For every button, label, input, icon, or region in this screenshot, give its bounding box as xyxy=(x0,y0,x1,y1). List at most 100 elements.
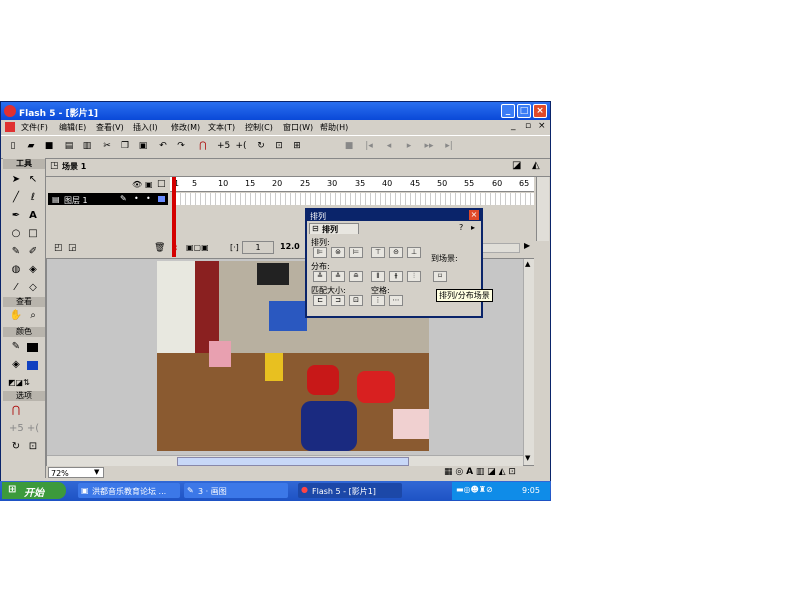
arrow-tool-icon[interactable]: ➤ xyxy=(9,173,23,187)
copy-icon[interactable]: ❐ xyxy=(119,140,131,152)
pen-tool-icon[interactable]: ✒ xyxy=(9,209,23,223)
scroll-up-icon[interactable]: ▲ xyxy=(525,260,530,268)
show-hide-layers-icon[interactable]: 👁 xyxy=(132,180,142,189)
menu-window[interactable]: 窗口(W) xyxy=(283,122,313,133)
outline-color-square[interactable] xyxy=(158,196,165,202)
stop-icon[interactable]: ■ xyxy=(343,140,355,152)
doc-close-icon[interactable]: × xyxy=(538,121,546,131)
align-bottom-button[interactable]: ⊥ xyxy=(407,247,421,258)
to-stage-button[interactable]: ⌑ xyxy=(433,271,447,282)
taskbar-item-forum[interactable]: ▣ 洪都音乐教育论坛 ... xyxy=(78,483,180,498)
scene-label[interactable]: 场景 1 xyxy=(62,161,86,172)
align-v-center-button[interactable]: ⊝ xyxy=(389,247,403,258)
arrange-panel-header[interactable]: 排列 × xyxy=(307,210,481,221)
timeline-vscroll[interactable] xyxy=(536,177,549,241)
edit-multiple-frames-icon[interactable]: [·] xyxy=(230,243,239,252)
stage-hscroll-thumb[interactable] xyxy=(177,457,409,466)
go-to-end-icon[interactable]: ▸| xyxy=(443,140,455,152)
stage-hscroll[interactable] xyxy=(47,455,523,466)
menu-view[interactable]: 查看(V) xyxy=(96,122,124,133)
align-h-center-button[interactable]: ⊜ xyxy=(331,247,345,258)
maximize-button[interactable]: □ xyxy=(517,104,531,118)
minimize-button[interactable]: _ xyxy=(501,104,515,118)
doc-restore-icon[interactable]: ▫ xyxy=(525,121,531,131)
oval-tool-icon[interactable]: ○ xyxy=(9,227,23,241)
subselect-tool-icon[interactable]: ↖ xyxy=(26,173,40,187)
lasso-tool-icon[interactable]: ℓ xyxy=(26,191,40,205)
match-width-button[interactable]: ⊏ xyxy=(313,295,327,306)
menu-edit[interactable]: 编辑(E) xyxy=(59,122,86,133)
tray-icons[interactable]: ▬◎☻♜⊘ xyxy=(456,485,493,494)
taskbar-item-flash[interactable]: ● Flash 5 - [影片1] xyxy=(298,483,402,498)
redo-icon[interactable]: ↷ xyxy=(175,140,187,152)
rectangle-tool-icon[interactable]: □ xyxy=(26,227,40,241)
frame-ruler[interactable]: 1 5 10 15 20 25 30 35 40 45 50 55 60 65 xyxy=(170,177,534,192)
arrange-tab[interactable]: ⊟ 排列 xyxy=(309,223,359,234)
straighten-icon[interactable]: +( xyxy=(235,140,247,152)
scroll-down-icon[interactable]: ▼ xyxy=(525,454,530,462)
scale-option-icon[interactable]: ⊡ xyxy=(26,440,40,454)
close-icon[interactable]: × xyxy=(469,210,479,220)
fill-color-icon[interactable]: ◈ xyxy=(9,358,23,372)
hand-tool-icon[interactable]: ✋ xyxy=(9,309,23,323)
edit-scene-icon[interactable]: ◪ xyxy=(512,160,521,171)
start-button[interactable]: ⊞ 开始 xyxy=(2,482,66,499)
open-folder-icon[interactable]: ▰ xyxy=(25,140,37,152)
play-icon[interactable]: ▸ xyxy=(403,140,415,152)
delete-layer-icon[interactable]: 🗑 xyxy=(154,243,165,253)
stage-vscroll[interactable]: ▲ ▼ xyxy=(523,259,534,465)
center-frame-icon[interactable]: ⌇ xyxy=(174,243,178,252)
snap-magnet-icon[interactable]: ⋂ xyxy=(197,140,209,152)
stroke-color-icon[interactable]: ✎ xyxy=(9,340,23,354)
align-toolbar-icon[interactable]: ⊞ xyxy=(291,140,303,152)
undo-icon[interactable]: ↶ xyxy=(157,140,169,152)
paste-icon[interactable]: ▣ xyxy=(137,140,149,152)
dropper-tool-icon[interactable]: ⁄ xyxy=(9,281,23,295)
doc-minimize-icon[interactable]: _ xyxy=(511,121,516,131)
ink-bottle-tool-icon[interactable]: ◍ xyxy=(9,263,23,277)
taskbar-item-paint[interactable]: ✎ 3 · 画图 xyxy=(184,483,288,498)
align-top-button[interactable]: ⊤ xyxy=(371,247,385,258)
rotate-icon[interactable]: ↻ xyxy=(255,140,267,152)
distribute-left-button[interactable]: ⫴ xyxy=(371,271,385,282)
scale-icon[interactable]: ⊡ xyxy=(273,140,285,152)
align-left-button[interactable]: ⊫ xyxy=(313,247,327,258)
layer-name[interactable]: 图层 1 xyxy=(64,195,88,206)
menu-text[interactable]: 文本(T) xyxy=(208,122,235,133)
outline-layers-icon[interactable]: □ xyxy=(157,179,166,189)
scroll-right-icon[interactable]: ▶ xyxy=(524,241,530,250)
step-back-icon[interactable]: ◂ xyxy=(383,140,395,152)
paint-bucket-tool-icon[interactable]: ◈ xyxy=(26,263,40,277)
frame-track[interactable] xyxy=(176,193,534,205)
add-guide-layer-icon[interactable]: ◲ xyxy=(68,243,77,253)
pencil-tool-icon[interactable]: ✎ xyxy=(9,245,23,259)
distribute-top-button[interactable]: ≚ xyxy=(313,271,327,282)
swap-colors-icon[interactable]: ◩◪⇅ xyxy=(8,378,30,387)
cut-icon[interactable]: ✂ xyxy=(101,140,113,152)
stroke-color-swatch[interactable] xyxy=(27,343,38,352)
print-preview-icon[interactable]: ▥ xyxy=(81,140,93,152)
fill-color-swatch[interactable] xyxy=(27,361,38,370)
zoom-tool-icon[interactable]: ⌕ xyxy=(26,309,40,323)
launcher-icons[interactable]: ▦ ◎ A ▥ ◪ ◭ ⊡ xyxy=(444,467,516,477)
distribute-h-center-button[interactable]: ⫵ xyxy=(389,271,403,282)
distribute-v-center-button[interactable]: ≙ xyxy=(331,271,345,282)
zoom-select[interactable]: 72% ▼ xyxy=(48,467,104,478)
panel-menu-icon[interactable]: ▸ xyxy=(471,223,475,232)
rotate-option-icon[interactable]: ↻ xyxy=(9,440,23,454)
menu-file[interactable]: 文件(F) xyxy=(21,122,48,133)
snap-option-icon[interactable]: ⋂ xyxy=(9,404,23,418)
onion-skin-icons[interactable]: ▣▢▣ xyxy=(186,243,209,252)
smooth-icon[interactable]: +5 xyxy=(217,140,230,152)
brush-tool-icon[interactable]: ✐ xyxy=(26,245,40,259)
distribute-bottom-button[interactable]: ≘ xyxy=(349,271,363,282)
title-bar[interactable]: Flash 5 - [影片1] _ □ × xyxy=(1,102,550,120)
align-right-button[interactable]: ⊨ xyxy=(349,247,363,258)
straighten-option-icon[interactable]: +( xyxy=(26,422,40,436)
match-height-button[interactable]: ⊐ xyxy=(331,295,345,306)
lock-layers-icon[interactable]: ▣ xyxy=(145,180,153,189)
match-both-button[interactable]: ⊡ xyxy=(349,295,363,306)
space-vertical-button[interactable]: ⋮ xyxy=(371,295,385,306)
print-icon[interactable]: ▤ xyxy=(63,140,75,152)
line-tool-icon[interactable]: ╱ xyxy=(9,191,23,205)
